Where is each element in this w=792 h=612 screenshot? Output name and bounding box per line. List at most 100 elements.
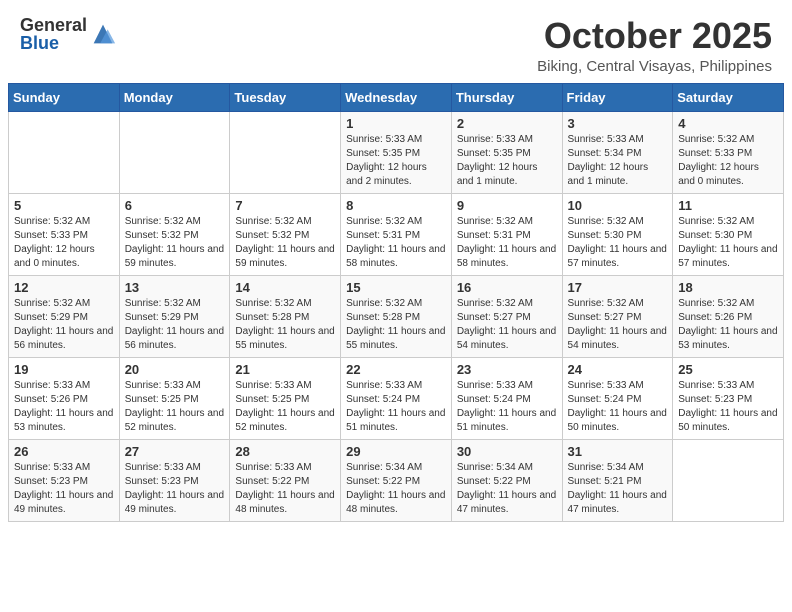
cell-info: Sunrise: 5:33 AMSunset: 5:24 PMDaylight:… — [457, 379, 557, 435]
calendar-cell: 5Sunrise: 5:32 AMSunset: 5:33 PMDaylight… — [9, 193, 120, 275]
day-number: 28 — [235, 444, 335, 459]
day-number: 14 — [235, 280, 335, 295]
cell-info: Sunrise: 5:32 AMSunset: 5:33 PMDaylight:… — [678, 133, 778, 189]
title-block: October 2025 Biking, Central Visayas, Ph… — [537, 16, 772, 75]
calendar-cell: 4 Sunrise: 5:32 AMSunset: 5:33 PMDaylight… — [673, 111, 784, 193]
cell-info: Sunrise: 5:34 AMSunset: 5:22 PMDaylight:… — [346, 461, 446, 517]
day-number: 29 — [346, 444, 446, 459]
cell-info: Sunrise: 5:33 AMSunset: 5:25 PMDaylight:… — [235, 379, 335, 435]
day-number: 8 — [346, 198, 446, 213]
day-number: 12 — [14, 280, 114, 295]
weekday-header-row: SundayMondayTuesdayWednesdayThursdayFrid… — [9, 83, 784, 111]
cell-info: Sunrise: 5:33 AMSunset: 5:24 PMDaylight:… — [568, 379, 668, 435]
calendar-cell: 17 Sunrise: 5:32 AMSunset: 5:27 PMDayligh… — [562, 275, 673, 357]
cell-info: Sunrise: 5:32 AMSunset: 5:31 PMDaylight:… — [346, 215, 446, 271]
weekday-header-friday: Friday — [562, 83, 673, 111]
calendar-cell: 3 Sunrise: 5:33 AMSunset: 5:34 PMDaylight… — [562, 111, 673, 193]
cell-info: Sunrise: 5:32 AMSunset: 5:32 PMDaylight:… — [235, 215, 335, 271]
day-number: 15 — [346, 280, 446, 295]
day-number: 4 — [678, 116, 778, 131]
day-number: 24 — [568, 362, 668, 377]
calendar-week-3: 12Sunrise: 5:32 AMSunset: 5:29 PMDayligh… — [9, 275, 784, 357]
calendar-cell: 26Sunrise: 5:33 AMSunset: 5:23 PMDayligh… — [9, 439, 120, 521]
logo: General Blue — [20, 16, 117, 52]
day-number: 5 — [14, 198, 114, 213]
cell-info: Sunrise: 5:33 AMSunset: 5:25 PMDaylight:… — [125, 379, 225, 435]
calendar-cell: 27Sunrise: 5:33 AMSunset: 5:23 PMDayligh… — [119, 439, 230, 521]
cell-info: Sunrise: 5:32 AMSunset: 5:27 PMDaylight:… — [568, 297, 668, 353]
calendar-cell: 28 Sunrise: 5:33 AMSunset: 5:22 PMDayligh… — [230, 439, 341, 521]
cell-info: Sunrise: 5:32 AMSunset: 5:32 PMDaylight:… — [125, 215, 225, 271]
calendar-cell: 7 Sunrise: 5:32 AMSunset: 5:32 PMDaylight… — [230, 193, 341, 275]
month-title: October 2025 — [537, 16, 772, 56]
calendar-cell: 18 Sunrise: 5:32 AMSunset: 5:26 PMDayligh… — [673, 275, 784, 357]
calendar-week-5: 26Sunrise: 5:33 AMSunset: 5:23 PMDayligh… — [9, 439, 784, 521]
cell-info: Sunrise: 5:32 AMSunset: 5:26 PMDaylight:… — [678, 297, 778, 353]
logo-general-text: General — [20, 16, 87, 34]
day-number: 3 — [568, 116, 668, 131]
cell-info: Sunrise: 5:33 AMSunset: 5:22 PMDaylight:… — [235, 461, 335, 517]
location-title: Biking, Central Visayas, Philippines — [537, 58, 772, 75]
weekday-header-wednesday: Wednesday — [341, 83, 452, 111]
calendar-cell: 25 Sunrise: 5:33 AMSunset: 5:23 PMDayligh… — [673, 357, 784, 439]
day-number: 20 — [125, 362, 225, 377]
calendar-cell: 23 Sunrise: 5:33 AMSunset: 5:24 PMDayligh… — [451, 357, 562, 439]
day-number: 11 — [678, 198, 778, 213]
calendar-cell: 20 Sunrise: 5:33 AMSunset: 5:25 PMDayligh… — [119, 357, 230, 439]
calendar-cell — [673, 439, 784, 521]
calendar-cell — [230, 111, 341, 193]
calendar-cell — [119, 111, 230, 193]
cell-info: Sunrise: 5:32 AMSunset: 5:28 PMDaylight:… — [346, 297, 446, 353]
day-number: 31 — [568, 444, 668, 459]
weekday-header-sunday: Sunday — [9, 83, 120, 111]
cell-info: Sunrise: 5:33 AMSunset: 5:26 PMDaylight:… — [14, 379, 114, 435]
weekday-header-saturday: Saturday — [673, 83, 784, 111]
cell-info: Sunrise: 5:33 AMSunset: 5:34 PMDaylight:… — [568, 133, 668, 189]
calendar-week-1: 1 Sunrise: 5:33 AMSunset: 5:35 PMDaylight… — [9, 111, 784, 193]
calendar-cell: 2 Sunrise: 5:33 AMSunset: 5:35 PMDaylight… — [451, 111, 562, 193]
day-number: 16 — [457, 280, 557, 295]
day-number: 25 — [678, 362, 778, 377]
cell-info: Sunrise: 5:33 AMSunset: 5:35 PMDaylight:… — [346, 133, 446, 189]
day-number: 18 — [678, 280, 778, 295]
calendar-cell: 19Sunrise: 5:33 AMSunset: 5:26 PMDayligh… — [9, 357, 120, 439]
day-number: 7 — [235, 198, 335, 213]
calendar-week-4: 19Sunrise: 5:33 AMSunset: 5:26 PMDayligh… — [9, 357, 784, 439]
cell-info: Sunrise: 5:34 AMSunset: 5:22 PMDaylight:… — [457, 461, 557, 517]
cell-info: Sunrise: 5:34 AMSunset: 5:21 PMDaylight:… — [568, 461, 668, 517]
calendar-cell: 1 Sunrise: 5:33 AMSunset: 5:35 PMDaylight… — [341, 111, 452, 193]
calendar-cell: 13Sunrise: 5:32 AMSunset: 5:29 PMDayligh… — [119, 275, 230, 357]
cell-info: Sunrise: 5:33 AMSunset: 5:35 PMDaylight:… — [457, 133, 557, 189]
cell-info: Sunrise: 5:32 AMSunset: 5:30 PMDaylight:… — [568, 215, 668, 271]
day-number: 1 — [346, 116, 446, 131]
day-number: 17 — [568, 280, 668, 295]
cell-info: Sunrise: 5:33 AMSunset: 5:23 PMDaylight:… — [678, 379, 778, 435]
day-number: 21 — [235, 362, 335, 377]
calendar-cell: 16 Sunrise: 5:32 AMSunset: 5:27 PMDayligh… — [451, 275, 562, 357]
cell-info: Sunrise: 5:32 AMSunset: 5:27 PMDaylight:… — [457, 297, 557, 353]
cell-info: Sunrise: 5:33 AMSunset: 5:24 PMDaylight:… — [346, 379, 446, 435]
calendar-table: SundayMondayTuesdayWednesdayThursdayFrid… — [8, 83, 784, 522]
day-number: 30 — [457, 444, 557, 459]
calendar-cell: 22Sunrise: 5:33 AMSunset: 5:24 PMDayligh… — [341, 357, 452, 439]
calendar-cell: 9Sunrise: 5:32 AMSunset: 5:31 PMDaylight… — [451, 193, 562, 275]
cell-info: Sunrise: 5:32 AMSunset: 5:30 PMDaylight:… — [678, 215, 778, 271]
calendar-cell: 8 Sunrise: 5:32 AMSunset: 5:31 PMDaylight… — [341, 193, 452, 275]
day-number: 13 — [125, 280, 225, 295]
cell-info: Sunrise: 5:32 AMSunset: 5:31 PMDaylight:… — [457, 215, 557, 271]
day-number: 2 — [457, 116, 557, 131]
calendar-cell: 21 Sunrise: 5:33 AMSunset: 5:25 PMDayligh… — [230, 357, 341, 439]
calendar-cell: 12Sunrise: 5:32 AMSunset: 5:29 PMDayligh… — [9, 275, 120, 357]
calendar-cell: 14 Sunrise: 5:32 AMSunset: 5:28 PMDayligh… — [230, 275, 341, 357]
cell-info: Sunrise: 5:32 AMSunset: 5:28 PMDaylight:… — [235, 297, 335, 353]
day-number: 26 — [14, 444, 114, 459]
calendar-cell: 30 Sunrise: 5:34 AMSunset: 5:22 PMDayligh… — [451, 439, 562, 521]
calendar-cell — [9, 111, 120, 193]
calendar-cell: 6 Sunrise: 5:32 AMSunset: 5:32 PMDaylight… — [119, 193, 230, 275]
day-number: 23 — [457, 362, 557, 377]
day-number: 27 — [125, 444, 225, 459]
day-number: 6 — [125, 198, 225, 213]
calendar-week-2: 5Sunrise: 5:32 AMSunset: 5:33 PMDaylight… — [9, 193, 784, 275]
weekday-header-thursday: Thursday — [451, 83, 562, 111]
weekday-header-monday: Monday — [119, 83, 230, 111]
